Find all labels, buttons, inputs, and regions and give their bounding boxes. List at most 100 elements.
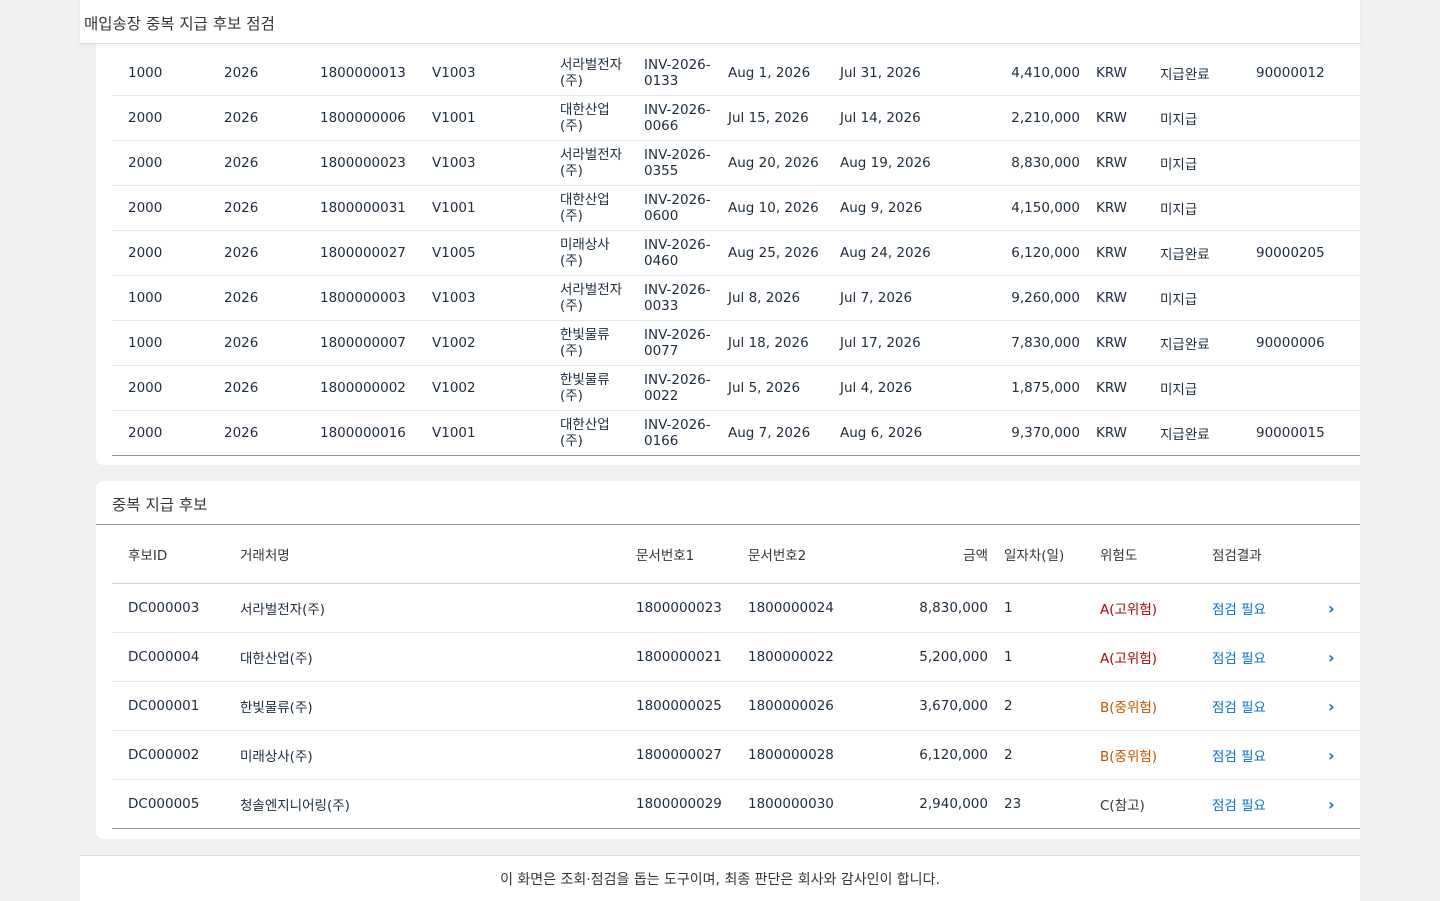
- header-candidate-id[interactable]: 후보ID: [128, 525, 167, 583]
- cell-company: 2000: [128, 109, 163, 126]
- cell-day-diff: 1: [1004, 600, 1013, 616]
- cell-risk: A(고위험): [1100, 602, 1158, 618]
- header-doc1[interactable]: 문서번호1: [636, 525, 694, 583]
- cell-id: DC000002: [128, 747, 200, 763]
- cell-vendor: 한빛물류(주): [240, 700, 313, 716]
- chevron-right-icon[interactable]: ›: [1328, 731, 1340, 779]
- cell-year: 2026: [224, 64, 259, 81]
- cell-amount: 3,670,000: [919, 698, 988, 714]
- cell-ref: INV-2026-0022: [644, 371, 711, 404]
- cell-vendor: V1003: [432, 289, 476, 306]
- candidate-table-title: 중복 지급 후보: [112, 496, 208, 514]
- header-result[interactable]: 점검결과: [1212, 525, 1262, 583]
- cell-doc2: 1800000026: [748, 698, 834, 714]
- cell-doc: 1800000003: [320, 289, 406, 306]
- cell-currency: KRW: [1096, 199, 1128, 216]
- candidate-row[interactable]: DC000003 서라벌전자(주) 1800000023 1800000024 8,83…: [112, 584, 1360, 633]
- cell-vendor: V1003: [432, 64, 476, 81]
- cell-day-diff: 2: [1004, 747, 1013, 763]
- header-day-diff[interactable]: 일자차(일): [1004, 525, 1064, 583]
- cell-payment: 90000015: [1256, 424, 1325, 441]
- cell-doc: 1800000016: [320, 424, 406, 441]
- cell-doc1: 1800000027: [636, 747, 722, 763]
- cell-ref: INV-2026-0066: [644, 101, 711, 134]
- header-doc2[interactable]: 문서번호2: [748, 525, 806, 583]
- review-result-link[interactable]: 점검 필요: [1212, 584, 1302, 632]
- cell-year: 2026: [224, 244, 259, 261]
- cell-doc: 1800000027: [320, 244, 406, 261]
- cell-post-date: Aug 6, 2026: [840, 424, 923, 441]
- cell-vendor-name: 대한산업(주): [560, 191, 610, 224]
- header-amount[interactable]: 금액: [892, 525, 988, 583]
- review-result-link[interactable]: 점검 필요: [1212, 780, 1302, 828]
- review-result-link[interactable]: 점검 필요: [1212, 633, 1302, 681]
- page-title: 매입송장 중복 지급 후보 점검: [84, 15, 275, 33]
- cell-amount: 8,830,000: [919, 600, 988, 616]
- review-result-link[interactable]: 점검 필요: [1212, 731, 1302, 779]
- cell-status: 지급완료: [1160, 426, 1210, 443]
- cell-amount: 8,830,000: [1011, 154, 1080, 171]
- cell-vendor: 대한산업(주): [240, 651, 313, 667]
- header-risk[interactable]: 위험도: [1100, 525, 1137, 583]
- cell-doc-date: Aug 20, 2026: [728, 154, 819, 171]
- cell-year: 2026: [224, 424, 259, 441]
- cell-currency: KRW: [1096, 424, 1128, 441]
- cell-doc1: 1800000025: [636, 698, 722, 714]
- table-row[interactable]: 2000 2026 1800000016 V1001 대한산업(주) INV-2026-0…: [112, 410, 1360, 456]
- table-row[interactable]: 2000 2026 1800000031 V1001 대한산업(주) INV-2026-0…: [112, 185, 1360, 231]
- cell-doc1: 1800000023: [636, 600, 722, 616]
- cell-ref: INV-2026-0033: [644, 281, 711, 314]
- cell-doc-date: Jul 5, 2026: [728, 379, 801, 396]
- cell-amount: 2,940,000: [919, 796, 988, 812]
- review-result-link[interactable]: 점검 필요: [1212, 682, 1302, 730]
- cell-status: 미지급: [1160, 381, 1198, 398]
- header-vendor-name[interactable]: 거래처명: [240, 525, 290, 583]
- cell-doc: 1800000023: [320, 154, 406, 171]
- cell-amount: 9,260,000: [1011, 289, 1080, 306]
- chevron-right-icon[interactable]: ›: [1328, 633, 1340, 681]
- cell-company: 2000: [128, 424, 163, 441]
- cell-doc-date: Aug 25, 2026: [728, 244, 819, 261]
- table-row[interactable]: 1000 2026 1800000007 V1002 한빛물류(주) INV-2026-0…: [112, 320, 1360, 366]
- cell-payment: [1256, 95, 1346, 140]
- table-row[interactable]: 2000 2026 1800000006 V1001 대한산업(주) INV-2026-0…: [112, 95, 1360, 141]
- cell-doc: 1800000007: [320, 334, 406, 351]
- cell-amount: 6,120,000: [919, 747, 988, 763]
- cell-amount: 5,200,000: [919, 649, 988, 665]
- cell-year: 2026: [224, 109, 259, 126]
- chevron-right-icon[interactable]: ›: [1328, 584, 1340, 632]
- cell-status: 지급완료: [1160, 66, 1210, 83]
- cell-year: 2026: [224, 379, 259, 396]
- cell-ref: INV-2026-0600: [644, 191, 711, 224]
- cell-doc2: 1800000022: [748, 649, 834, 665]
- candidate-table-header: 후보ID 거래처명 문서번호1 문서번호2 금액 일자차(일) 위험도 점검결과: [112, 525, 1360, 584]
- cell-currency: KRW: [1096, 379, 1128, 396]
- cell-day-diff: 2: [1004, 698, 1013, 714]
- cell-post-date: Jul 17, 2026: [840, 334, 921, 351]
- candidate-row[interactable]: DC000004 대한산업(주) 1800000021 1800000022 5,200…: [112, 633, 1360, 682]
- cell-status: 미지급: [1160, 156, 1198, 173]
- table-row[interactable]: 2000 2026 1800000023 V1003 서라벌전자(주) INV-2026-…: [112, 140, 1360, 186]
- chevron-right-icon[interactable]: ›: [1328, 682, 1340, 730]
- cell-ref: INV-2026-0133: [644, 56, 711, 89]
- table-row[interactable]: 2000 2026 1800000002 V1002 한빛물류(주) INV-2026-0…: [112, 365, 1360, 411]
- cell-doc-date: Aug 7, 2026: [728, 424, 811, 441]
- cell-payment: [1256, 185, 1346, 230]
- cell-day-diff: 23: [1004, 796, 1022, 812]
- cell-vendor-name: 미래상사(주): [560, 236, 610, 269]
- table-row[interactable]: 1000 2026 1800000013 V1003 서라벌전자(주) INV-2026-…: [112, 50, 1360, 96]
- candidate-table-card: 중복 지급 후보 후보ID 거래처명 문서번호1 문서번호2 금액 일자차(일)…: [96, 481, 1360, 839]
- table-row[interactable]: 1000 2026 1800000003 V1003 서라벌전자(주) INV-2026-…: [112, 275, 1360, 321]
- cell-ref: INV-2026-0355: [644, 146, 711, 179]
- cell-post-date: Aug 24, 2026: [840, 244, 931, 261]
- candidate-row[interactable]: DC000001 한빛물류(주) 1800000025 1800000026 3,670…: [112, 682, 1360, 731]
- chevron-right-icon[interactable]: ›: [1328, 780, 1340, 828]
- table-row[interactable]: 2000 2026 1800000027 V1005 미래상사(주) INV-2026-0…: [112, 230, 1360, 276]
- cell-company: 1000: [128, 334, 163, 351]
- candidate-row[interactable]: DC000002 미래상사(주) 1800000027 1800000028 6,120…: [112, 731, 1360, 780]
- cell-currency: KRW: [1096, 289, 1128, 306]
- candidate-row[interactable]: DC000005 청솔엔지니어링(주) 1800000029 1800000030 2,…: [112, 780, 1360, 829]
- cell-doc: 1800000013: [320, 64, 406, 81]
- cell-currency: KRW: [1096, 109, 1128, 126]
- cell-currency: KRW: [1096, 334, 1128, 351]
